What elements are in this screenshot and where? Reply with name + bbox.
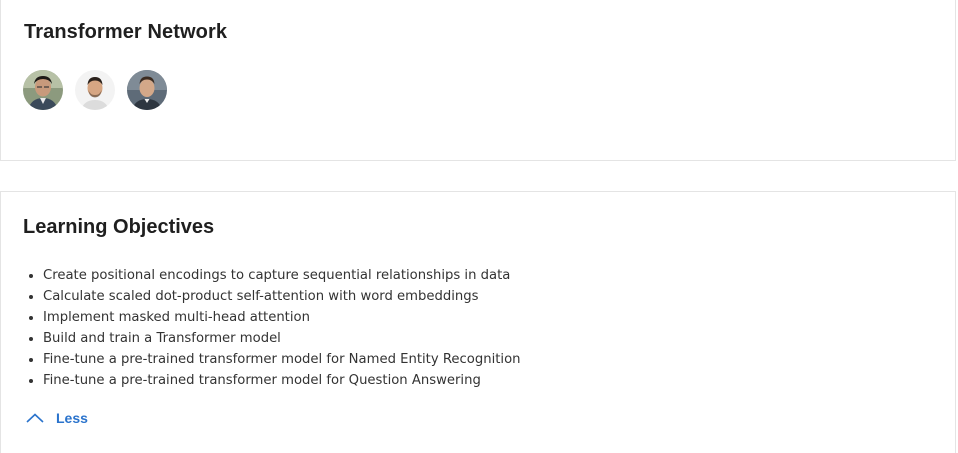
- module-header-card: Transformer Network: [0, 0, 956, 161]
- module-title: Transformer Network: [24, 21, 228, 43]
- objective-item: Build and train a Transformer model: [43, 328, 521, 349]
- instructor-avatar-3[interactable]: [127, 70, 167, 110]
- objective-item: Calculate scaled dot-product self-attent…: [43, 286, 521, 307]
- learning-objectives-title: Learning Objectives: [23, 216, 215, 238]
- instructor-avatar-2[interactable]: [75, 70, 115, 110]
- objective-item: Implement masked multi-head attention: [43, 307, 521, 328]
- objective-item: Fine-tune a pre-trained transformer mode…: [43, 349, 521, 370]
- show-less-label: Less: [56, 410, 88, 426]
- objectives-list: Create positional encodings to capture s…: [21, 265, 521, 391]
- objective-item: Create positional encodings to capture s…: [43, 265, 521, 286]
- learning-objectives-card: Learning Objectives Create positional en…: [0, 191, 956, 453]
- objective-item: Fine-tune a pre-trained transformer mode…: [43, 370, 521, 391]
- chevron-up-icon: [26, 413, 44, 423]
- instructor-avatars: [23, 70, 167, 110]
- instructor-avatar-1[interactable]: [23, 70, 63, 110]
- show-less-button[interactable]: Less: [26, 410, 88, 426]
- section-spacer: [0, 161, 958, 191]
